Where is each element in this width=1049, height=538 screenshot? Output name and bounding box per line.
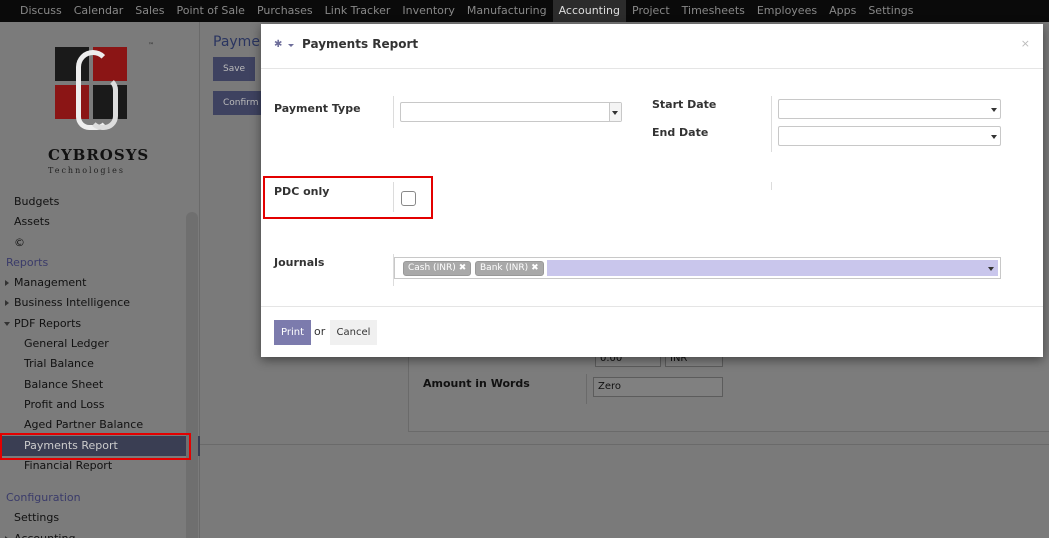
- chevron-down-icon[interactable]: [288, 44, 294, 47]
- sidebar-item-trial-balance[interactable]: Trial Balance: [0, 354, 200, 374]
- logo-trademark: ™: [148, 42, 154, 49]
- payment-type-label: Payment Type: [274, 102, 361, 115]
- field-separator: [771, 96, 772, 152]
- payment-type-select[interactable]: [400, 102, 622, 122]
- payments-report-highlight: [0, 433, 191, 460]
- topbar-item-apps[interactable]: Apps: [823, 0, 862, 22]
- sidebar-menu: Budgets Assets © Reports Management Busi…: [0, 192, 200, 538]
- top-menu-items: Discuss Calendar Sales Point of Sale Purchas…: [0, 0, 1049, 22]
- or-text: or: [314, 325, 326, 338]
- field-separator: [771, 182, 772, 190]
- topbar-item-discuss[interactable]: Discuss: [14, 0, 68, 22]
- journal-tag[interactable]: Cash (INR) ✖: [403, 261, 472, 276]
- topbar-item-calendar[interactable]: Calendar: [68, 0, 129, 22]
- background-save-button[interactable]: Save: [213, 57, 256, 81]
- remove-tag-icon[interactable]: ✖: [531, 263, 539, 273]
- logo-name: CYBROSYS: [48, 146, 150, 164]
- sidebar-item-pdf-reports[interactable]: PDF Reports: [0, 314, 200, 334]
- journal-tag-label: Bank (INR): [480, 263, 529, 273]
- journals-label: Journals: [274, 256, 325, 269]
- sidebar-section-reports: Reports: [6, 255, 49, 269]
- journal-tag-label: Cash (INR): [408, 263, 456, 273]
- dialog-header: ✱ Payments Report ×: [261, 24, 1043, 69]
- topbar-item-timesheets[interactable]: Timesheets: [676, 0, 751, 22]
- sidebar-item-accounting[interactable]: Accounting: [0, 529, 200, 538]
- end-date-label: End Date: [652, 126, 709, 139]
- print-button[interactable]: Print: [274, 320, 311, 345]
- payments-report-dialog: ✱ Payments Report × Payment Type Start D…: [261, 24, 1043, 357]
- sidebar: ™ CYBROSYS Technologies Budgets Assets ©…: [0, 22, 200, 538]
- field-separator: [393, 96, 394, 128]
- top-menu-bar: Discuss Calendar Sales Point of Sale Purchas…: [0, 0, 1049, 22]
- start-date-label: Start Date: [652, 98, 717, 111]
- sidebar-item-assets[interactable]: Assets: [0, 212, 200, 232]
- sidebar-item-business-intelligence[interactable]: Business Intelligence: [0, 293, 200, 313]
- topbar-item-accounting[interactable]: Accounting: [552, 0, 627, 22]
- chevron-down-icon[interactable]: [988, 267, 994, 271]
- dialog-footer: Print or Cancel: [261, 306, 1043, 357]
- amount-in-words-field[interactable]: Zero: [593, 377, 723, 397]
- end-date-field[interactable]: [778, 126, 1001, 146]
- sidebar-item-balance-sheet[interactable]: Balance Sheet: [0, 375, 200, 395]
- background-separator: [586, 374, 587, 404]
- sidebar-scrollbar[interactable]: [186, 212, 198, 538]
- topbar-item-inventory[interactable]: Inventory: [396, 0, 461, 22]
- sidebar-item-profit-loss[interactable]: Profit and Loss: [0, 395, 200, 415]
- start-date-field[interactable]: [778, 99, 1001, 119]
- topbar-item-employees[interactable]: Employees: [751, 0, 823, 22]
- topbar-item-manufacturing[interactable]: Manufacturing: [461, 0, 553, 22]
- background-divider: [200, 444, 1049, 445]
- cancel-button[interactable]: Cancel: [330, 320, 377, 345]
- topbar-item-purchases[interactable]: Purchases: [251, 0, 319, 22]
- journals-field[interactable]: Cash (INR) ✖ Bank (INR) ✖: [394, 257, 1001, 279]
- pdc-only-highlight: [263, 176, 433, 219]
- remove-tag-icon[interactable]: ✖: [459, 263, 467, 273]
- sidebar-item-settings[interactable]: Settings: [0, 508, 200, 528]
- journal-tag[interactable]: Bank (INR) ✖: [475, 261, 544, 276]
- debug-icon[interactable]: ✱: [274, 39, 282, 50]
- sidebar-section-configuration: Configuration: [6, 491, 81, 505]
- topbar-item-project[interactable]: Project: [626, 0, 676, 22]
- sidebar-item-management[interactable]: Management: [0, 273, 200, 293]
- topbar-item-point-of-sale[interactable]: Point of Sale: [171, 0, 251, 22]
- topbar-item-link-tracker[interactable]: Link Tracker: [319, 0, 397, 22]
- topbar-item-sales[interactable]: Sales: [129, 0, 170, 22]
- sidebar-item-budgets[interactable]: Budgets: [0, 192, 200, 212]
- topbar-item-settings[interactable]: Settings: [862, 0, 919, 22]
- sidebar-item-copyright[interactable]: ©: [0, 233, 200, 253]
- sidebar-item-general-ledger[interactable]: General Ledger: [0, 334, 200, 354]
- close-icon[interactable]: ×: [1021, 37, 1030, 50]
- logo-subtitle: Technologies: [48, 166, 125, 175]
- amount-in-words-label: Amount in Words: [423, 377, 530, 390]
- dialog-title: Payments Report: [302, 37, 419, 51]
